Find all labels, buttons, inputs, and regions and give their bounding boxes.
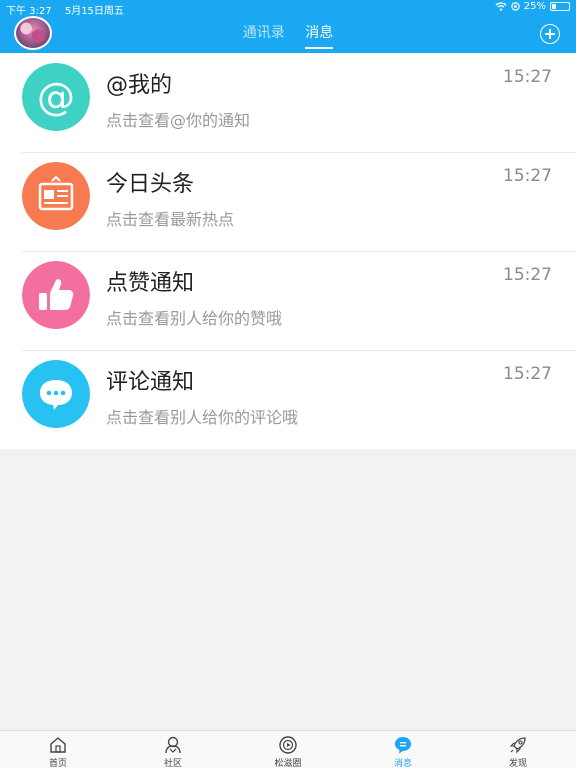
status-left: 下午 3:27 5月15日周五 bbox=[6, 2, 124, 17]
nav-discover[interactable]: 发现 bbox=[488, 735, 548, 768]
home-icon bbox=[50, 737, 66, 753]
message-subtitle: 点击查看@你的通知 bbox=[106, 111, 251, 130]
battery-percent: 25% bbox=[523, 1, 546, 12]
nav-label: 社区 bbox=[163, 759, 182, 768]
nav-songzi-circle[interactable]: 松滋圈 bbox=[258, 735, 318, 768]
svg-text:@: @ bbox=[37, 75, 75, 119]
nav-community[interactable]: 社区 bbox=[143, 735, 203, 768]
bottom-tab-bar: 首页 社区 松滋圈 消息 发现 bbox=[0, 730, 576, 768]
circle-icon bbox=[279, 736, 297, 754]
comment-bubble-icon bbox=[22, 360, 90, 428]
nav-label: 消息 bbox=[393, 759, 412, 768]
message-time: 15:27 bbox=[503, 265, 552, 285]
nav-label: 发现 bbox=[508, 759, 527, 768]
message-title: 评论通知 bbox=[106, 370, 195, 395]
nav-label: 松滋圈 bbox=[274, 759, 302, 768]
nav-label: 首页 bbox=[48, 759, 67, 768]
list-item-comments[interactable]: 评论通知 点击查看别人给你的评论哦 15:27 bbox=[0, 350, 576, 449]
message-subtitle: 点击查看别人给你的评论哦 bbox=[106, 408, 299, 427]
message-time: 15:27 bbox=[503, 364, 552, 384]
at-icon: @ bbox=[22, 63, 90, 131]
thumbs-up-icon bbox=[22, 261, 90, 329]
nav-messages[interactable]: 消息 bbox=[373, 735, 433, 768]
community-icon bbox=[165, 736, 181, 754]
list-item-mentions[interactable]: @ @我的 点击查看@你的通知 15:27 bbox=[0, 53, 576, 152]
header-tabs: 通讯录 消息 bbox=[0, 22, 576, 49]
battery-icon bbox=[550, 2, 570, 11]
message-time: 15:27 bbox=[503, 166, 552, 186]
message-title: @我的 bbox=[106, 73, 173, 98]
status-date: 5月15日周五 bbox=[64, 6, 124, 17]
status-right: 25% bbox=[495, 1, 570, 12]
message-subtitle: 点击查看别人给你的赞哦 bbox=[106, 309, 283, 328]
nav-home[interactable]: 首页 bbox=[28, 735, 88, 768]
location-lock-icon bbox=[511, 2, 520, 11]
rocket-icon bbox=[509, 737, 526, 754]
status-bar: 下午 3:27 5月15日周五 25% bbox=[0, 0, 576, 17]
wifi-icon bbox=[495, 2, 507, 11]
message-time: 15:27 bbox=[503, 67, 552, 87]
message-icon bbox=[395, 737, 411, 754]
add-button[interactable] bbox=[540, 24, 560, 44]
list-item-likes[interactable]: 点赞通知 点击查看别人给你的赞哦 15:27 bbox=[0, 251, 576, 350]
message-title: 点赞通知 bbox=[106, 271, 195, 296]
message-title: 今日头条 bbox=[106, 172, 195, 197]
newspaper-icon bbox=[22, 162, 90, 230]
message-list: @ @我的 点击查看@你的通知 15:27 今日头条 点击查看最新热点 15:2… bbox=[0, 53, 576, 449]
tab-messages[interactable]: 消息 bbox=[305, 22, 334, 49]
tab-contacts[interactable]: 通讯录 bbox=[243, 22, 285, 42]
message-subtitle: 点击查看最新热点 bbox=[106, 210, 235, 229]
list-item-headlines[interactable]: 今日头条 点击查看最新热点 15:27 bbox=[0, 152, 576, 251]
top-bar: 下午 3:27 5月15日周五 25% 通讯录 消息 bbox=[0, 0, 576, 53]
